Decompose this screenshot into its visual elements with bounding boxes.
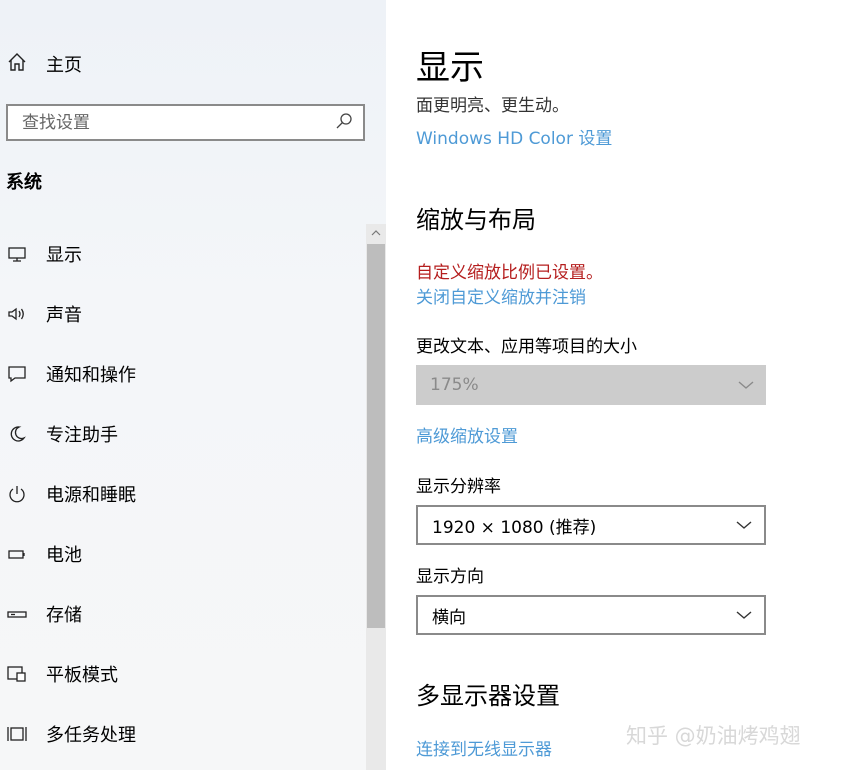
- custom-scale-warning: 自定义缩放比例已设置。: [416, 263, 603, 283]
- monitor-icon: [6, 243, 28, 265]
- sidebar: 主页 系统 显示 声音: [0, 0, 386, 770]
- storage-icon: [6, 603, 28, 625]
- multitask-icon: [6, 723, 28, 745]
- sidebar-item-display[interactable]: 显示: [0, 224, 366, 284]
- chevron-down-icon: [736, 605, 752, 625]
- resolution-dropdown[interactable]: 1920 × 1080 (推荐): [416, 505, 766, 545]
- text-size-dropdown[interactable]: 175%: [416, 365, 766, 405]
- page-title: 显示: [416, 48, 484, 88]
- page-subtitle: 面更明亮、更生动。: [416, 96, 569, 116]
- resolution-value: 1920 × 1080 (推荐): [432, 517, 597, 538]
- sidebar-home[interactable]: 主页: [6, 48, 82, 80]
- sidebar-item-storage[interactable]: 存储: [0, 584, 366, 644]
- orientation-label: 显示方向: [416, 567, 484, 587]
- text-size-label: 更改文本、应用等项目的大小: [416, 337, 637, 357]
- search-input[interactable]: [22, 112, 322, 133]
- orientation-value: 横向: [432, 607, 466, 628]
- power-icon: [6, 483, 28, 505]
- sidebar-item-label: 电池: [46, 545, 82, 566]
- turn-off-custom-scale-link[interactable]: 关闭自定义缩放并注销: [416, 283, 586, 308]
- sidebar-item-label: 存储: [46, 605, 82, 626]
- battery-icon: [6, 543, 28, 565]
- scroll-up-arrow-icon[interactable]: [366, 224, 386, 242]
- sidebar-item-battery[interactable]: 电池: [0, 524, 366, 584]
- sidebar-section-title: 系统: [6, 172, 42, 193]
- sidebar-item-label: 专注助手: [46, 425, 118, 446]
- chevron-down-icon: [736, 515, 752, 535]
- sidebar-item-label: 平板模式: [46, 665, 118, 686]
- home-icon: [6, 51, 28, 78]
- sidebar-item-tablet-mode[interactable]: 平板模式: [0, 644, 366, 704]
- resolution-label: 显示分辨率: [416, 477, 501, 497]
- sidebar-item-multitasking[interactable]: 多任务处理: [0, 704, 366, 764]
- sidebar-item-label: 显示: [46, 245, 82, 266]
- watermark: 知乎 @奶油烤鸡翅: [626, 724, 801, 748]
- settings-window: 主页 系统 显示 声音: [0, 0, 859, 770]
- chevron-down-icon: [738, 375, 754, 395]
- message-icon: [6, 363, 28, 385]
- sidebar-item-label: 多任务处理: [46, 725, 136, 746]
- sidebar-item-sound[interactable]: 声音: [0, 284, 366, 344]
- sidebar-item-focus-assist[interactable]: 专注助手: [0, 404, 366, 464]
- speaker-icon: [6, 303, 28, 325]
- sidebar-item-label: 通知和操作: [46, 365, 136, 386]
- tablet-icon: [6, 663, 28, 685]
- sidebar-nav: 显示 声音 通知和操作 专注助手 电源和睡眠 电池 存储 平板模式 多任务处理: [0, 224, 366, 764]
- scale-layout-heading: 缩放与布局: [416, 206, 536, 234]
- sidebar-item-label: 声音: [46, 305, 82, 326]
- hd-color-settings-link[interactable]: Windows HD Color 设置: [416, 124, 612, 149]
- search-icon[interactable]: [335, 112, 353, 134]
- moon-icon: [6, 423, 28, 445]
- sidebar-item-label: 电源和睡眠: [46, 485, 136, 506]
- connect-wireless-display-link[interactable]: 连接到无线显示器: [416, 735, 552, 760]
- multiple-displays-heading: 多显示器设置: [416, 682, 560, 710]
- orientation-dropdown[interactable]: 横向: [416, 595, 766, 635]
- home-label: 主页: [46, 55, 82, 76]
- sidebar-item-notifications[interactable]: 通知和操作: [0, 344, 366, 404]
- search-box[interactable]: [6, 104, 365, 141]
- text-size-value: 175%: [430, 375, 479, 395]
- main-content: 显示 面更明亮、更生动。 Windows HD Color 设置 缩放与布局 自…: [386, 0, 859, 770]
- scrollbar-thumb[interactable]: [367, 244, 385, 628]
- advanced-scaling-link[interactable]: 高级缩放设置: [416, 422, 518, 447]
- sidebar-item-power-sleep[interactable]: 电源和睡眠: [0, 464, 366, 524]
